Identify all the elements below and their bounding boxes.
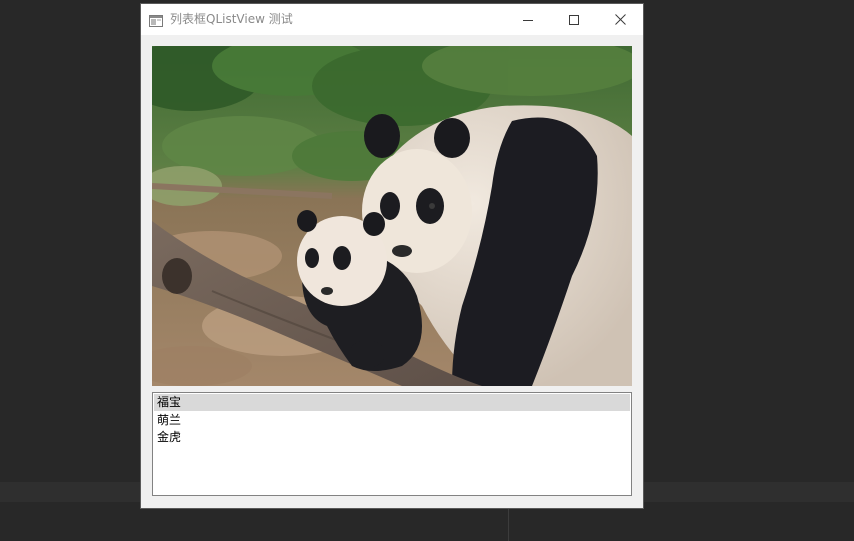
minimize-icon [523, 15, 533, 25]
window-title: 列表框QListView 测试 [170, 12, 293, 26]
app-window-icon [149, 12, 163, 27]
list-item[interactable]: 福宝 [154, 394, 630, 411]
list-item[interactable]: 金虎 [154, 429, 630, 446]
title-bar[interactable]: 列表框QListView 测试 [141, 4, 643, 35]
panda-image [152, 46, 632, 386]
list-item[interactable]: 萌兰 [154, 412, 630, 429]
app-window: 列表框QListView 测试 福宝 萌兰 金虎 [141, 4, 643, 508]
minimize-button[interactable] [505, 4, 551, 35]
maximize-button[interactable] [551, 4, 597, 35]
close-icon [614, 14, 626, 25]
close-button[interactable] [597, 4, 643, 35]
panda-list-view[interactable]: 福宝 萌兰 金虎 [152, 392, 632, 496]
maximize-icon [569, 14, 579, 25]
